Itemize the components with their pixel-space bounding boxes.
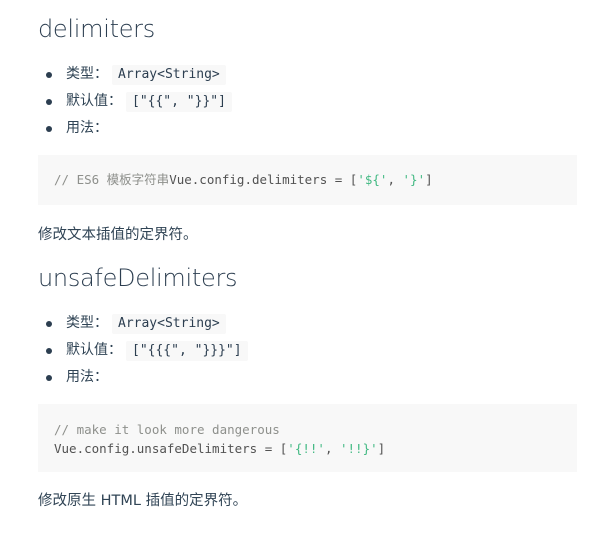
prop-usage: 用法：	[38, 115, 538, 142]
delimiters-description: 修改文本插值的定界符。	[38, 227, 198, 243]
unsafe-delimiters-description: 修改原生 HTML 插值的定界符。	[38, 493, 248, 509]
code-comment: // ES6 模板字符串	[54, 172, 170, 187]
code-prefix: Vue.config.unsafeDelimiters = [	[54, 441, 288, 456]
default-value: ["{{", "}}"]	[126, 92, 232, 112]
code-block-delimiters: // ES6 模板字符串Vue.config.delimiters = ['${…	[38, 155, 577, 205]
code-suffix: ]	[377, 441, 386, 456]
code-separator: ,	[324, 441, 340, 456]
code-string-close: '!!}'	[340, 441, 378, 456]
type-label: 类型：	[66, 315, 108, 331]
code-comment: // make it look more dangerous	[54, 422, 280, 437]
default-value: ["{{{", "}}}"]	[126, 341, 248, 361]
default-label: 默认值：	[66, 93, 122, 109]
code-block-unsafe-delimiters: // make it look more dangerous Vue.confi…	[38, 404, 577, 472]
usage-label: 用法：	[66, 369, 108, 385]
code-string-close: '}'	[402, 172, 426, 187]
unsafe-delimiters-props-list: 类型： Array<String> 默认值： ["{{{", "}}}"] 用法：	[38, 310, 538, 391]
usage-label: 用法：	[66, 120, 108, 136]
section-title-unsafe-delimiters: unsafeDelimiters	[38, 264, 238, 292]
section-title-delimiters: delimiters	[38, 15, 155, 43]
type-label: 类型：	[66, 66, 108, 82]
prop-default: 默认值： ["{{", "}}"]	[38, 88, 538, 115]
prop-default: 默认值： ["{{{", "}}}"]	[38, 337, 538, 364]
default-label: 默认值：	[66, 342, 122, 358]
code-string-open: '{!!'	[287, 441, 325, 456]
delimiters-props-list: 类型： Array<String> 默认值： ["{{", "}}"] 用法：	[38, 61, 538, 142]
code-string-open: '${'	[357, 172, 388, 187]
prop-type: 类型： Array<String>	[38, 61, 538, 88]
code-prefix: Vue.config.delimiters = [	[169, 172, 358, 187]
type-value: Array<String>	[112, 314, 226, 334]
prop-type: 类型： Array<String>	[38, 310, 538, 337]
type-value: Array<String>	[112, 65, 226, 85]
code-separator: ,	[387, 172, 403, 187]
prop-usage: 用法：	[38, 364, 538, 391]
code-suffix: ]	[425, 172, 433, 187]
